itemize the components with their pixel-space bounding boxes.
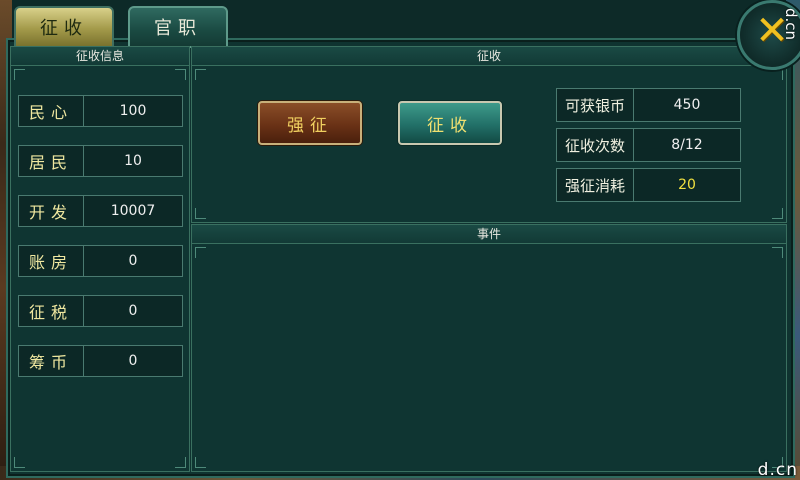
stat-value: 20 — [634, 168, 741, 202]
corner-ornament — [195, 247, 206, 258]
info-value: 0 — [84, 295, 183, 327]
info-row-funding: 筹币 0 — [18, 345, 188, 377]
stat-label: 强征消耗 — [556, 168, 634, 202]
stat-row-silver: 可获银币 450 — [556, 88, 742, 122]
info-label: 居民 — [18, 145, 84, 177]
tab-collect[interactable]: 征收 — [14, 6, 114, 48]
info-value: 0 — [84, 345, 183, 377]
corner-ornament — [175, 69, 186, 80]
info-row-morale: 民心 100 — [18, 95, 188, 127]
corner-ornament — [772, 247, 783, 258]
corner-ornament — [14, 69, 25, 80]
collect-info-title: 征收信息 — [11, 47, 189, 66]
collect-button[interactable]: 征收 — [398, 101, 502, 145]
info-row-development: 开发 10007 — [18, 195, 188, 227]
corner-ornament — [772, 69, 783, 80]
info-label: 账房 — [18, 245, 84, 277]
force-collect-button[interactable]: 强征 — [258, 101, 362, 145]
corner-ornament — [195, 69, 206, 80]
info-label: 征税 — [18, 295, 84, 327]
info-label: 筹币 — [18, 345, 84, 377]
tab-official[interactable]: 官职 — [128, 6, 228, 48]
info-row-tax: 征税 0 — [18, 295, 188, 327]
stat-row-force-cost: 强征消耗 20 — [556, 168, 742, 202]
events-panel-title: 事件 — [192, 225, 786, 244]
corner-ornament — [14, 457, 25, 468]
corner-ornament — [195, 457, 206, 468]
stat-label: 征收次数 — [556, 128, 634, 162]
info-value: 100 — [84, 95, 183, 127]
stat-value: 8/12 — [634, 128, 741, 162]
stat-value: 450 — [634, 88, 741, 122]
corner-ornament — [772, 208, 783, 219]
info-row-accounting: 账房 0 — [18, 245, 188, 277]
collect-panel-title: 征收 — [192, 47, 786, 66]
stat-row-count: 征收次数 8/12 — [556, 128, 742, 162]
corner-ornament — [195, 208, 206, 219]
info-label: 民心 — [18, 95, 84, 127]
info-label: 开发 — [18, 195, 84, 227]
info-value: 0 — [84, 245, 183, 277]
watermark-bottom: d.cn — [757, 460, 798, 480]
corner-ornament — [175, 457, 186, 468]
info-value: 10 — [84, 145, 183, 177]
events-panel: 事件 — [191, 224, 787, 472]
stat-label: 可获银币 — [556, 88, 634, 122]
info-value: 10007 — [84, 195, 183, 227]
info-row-residents: 居民 10 — [18, 145, 188, 177]
watermark-right: d.cn — [782, 8, 800, 41]
